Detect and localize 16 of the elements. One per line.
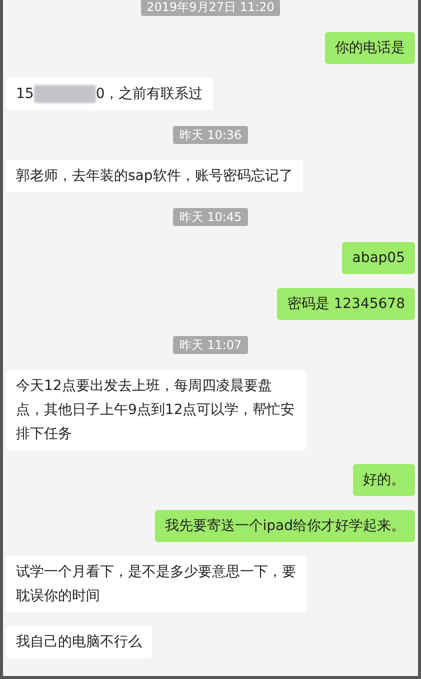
timestamp: 昨天 10:45 bbox=[173, 208, 248, 226]
sent-message-bubble: abap05 bbox=[342, 242, 415, 274]
timestamp: 2019年9月27日 11:20 bbox=[140, 0, 280, 16]
received-message-bubble: 试学一个月看下，是不是多少要意思一下，要耽误你的时间 bbox=[6, 556, 306, 612]
timestamp: 昨天 10:36 bbox=[173, 126, 248, 144]
received-message-bubble: 我自己的电脑不行么 bbox=[6, 626, 152, 658]
sent-message-bubble: 我先要寄送一个ipad给你才好学起来。 bbox=[154, 510, 415, 542]
received-message-bubble: 郭老师，去年装的sap软件，账号密码忘记了 bbox=[6, 160, 303, 192]
sent-message-bubble: 好的。 bbox=[353, 464, 415, 496]
message-text: 0，之前有联系过 bbox=[96, 85, 203, 104]
sent-message-bubble: 密码是 12345678 bbox=[277, 288, 415, 320]
received-message-bubble: 今天12点要出发去上班，每周四凌晨要盘点，其他日子上午9点到12点可以学，帮忙安排下任务 bbox=[6, 370, 306, 450]
timestamp: 昨天 11:07 bbox=[173, 336, 248, 354]
sent-message-bubble: 你的电话是 bbox=[325, 32, 415, 64]
message-text: 15 bbox=[16, 85, 34, 104]
blurred-number bbox=[34, 85, 96, 103]
